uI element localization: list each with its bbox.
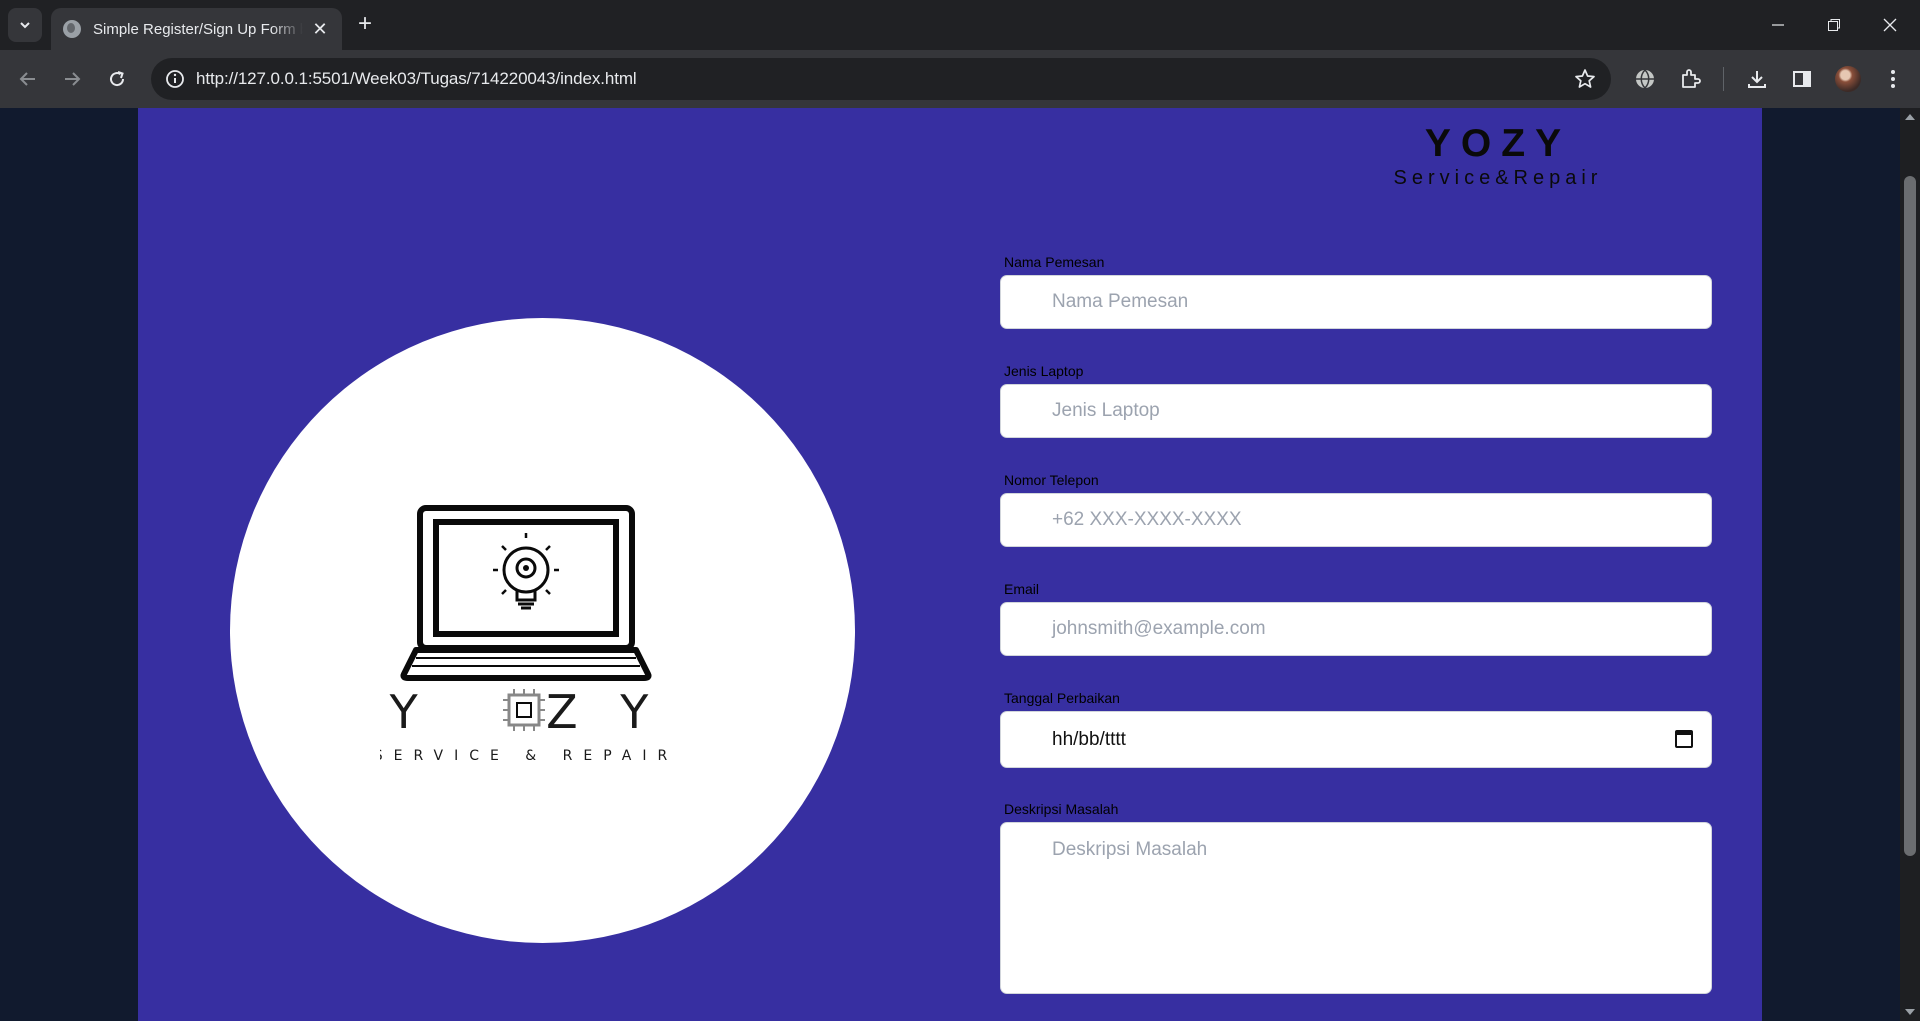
field-label: Jenis Laptop	[1004, 363, 1084, 379]
calendar-icon[interactable]	[1675, 730, 1693, 748]
close-icon	[1883, 18, 1897, 32]
menu-kebab-icon[interactable]	[1880, 66, 1906, 92]
field-nomor-telepon: Nomor Telepon +62 XXX-XXXX-XXXX	[1000, 472, 1712, 547]
browser-tab[interactable]: Simple Register/Sign Up Form by ✕	[51, 8, 342, 50]
date-value: hh/bb/tttt	[1052, 728, 1126, 750]
brand-tagline: Service&Repair	[1393, 167, 1603, 189]
jenis-laptop-input[interactable]: Jenis Laptop	[1000, 384, 1712, 438]
url-text[interactable]: http://127.0.0.1:5501/Week03/Tugas/71422…	[196, 69, 637, 89]
close-window-button[interactable]	[1862, 0, 1918, 50]
minimize-icon	[1772, 24, 1784, 26]
tanggal-perbaikan-input[interactable]: hh/bb/tttt	[1000, 711, 1712, 768]
field-label: Nama Pemesan	[1004, 254, 1105, 270]
nomor-telepon-input[interactable]: +62 XXX-XXXX-XXXX	[1000, 493, 1712, 547]
logo-wordmark: Y Z Y	[389, 685, 663, 739]
input-placeholder: +62 XXX-XXXX-XXXX	[1052, 509, 1242, 530]
deskripsi-masalah-textarea[interactable]: Deskripsi Masalah	[1000, 822, 1712, 994]
new-tab-button[interactable]: +	[352, 12, 378, 38]
field-email: Email johnsmith@example.com	[1000, 581, 1712, 656]
form-card: Y Z Y SERVICE & REPAIR YOZY Service&Repa…	[138, 108, 1762, 1021]
reload-button[interactable]	[100, 62, 134, 96]
arrow-left-icon	[19, 72, 35, 86]
tab-title: Simple Register/Sign Up Form by	[93, 20, 303, 38]
field-tanggal-perbaikan: Tanggal Perbaikan hh/bb/tttt	[1000, 690, 1712, 768]
field-label: Nomor Telepon	[1004, 472, 1099, 488]
profile-avatar[interactable]	[1835, 66, 1861, 92]
input-placeholder: Nama Pemesan	[1052, 291, 1189, 312]
reload-icon	[110, 71, 125, 87]
field-label: Deskripsi Masalah	[1004, 801, 1119, 817]
globe-icon	[63, 20, 81, 38]
logo-tagline: SERVICE & REPAIR	[380, 748, 678, 764]
scrollbar-thumb[interactable]	[1904, 176, 1916, 856]
side-panel-icon[interactable]	[1789, 66, 1815, 92]
info-icon[interactable]	[163, 67, 187, 91]
page-scrollbar[interactable]	[1900, 108, 1920, 1021]
scroll-down-icon[interactable]	[1905, 1009, 1915, 1015]
field-jenis-laptop: Jenis Laptop Jenis Laptop	[1000, 363, 1712, 438]
close-tab-icon[interactable]: ✕	[310, 19, 330, 40]
arrow-right-icon	[65, 72, 81, 86]
restore-icon	[1828, 19, 1840, 31]
bookmark-star-icon[interactable]	[1573, 67, 1597, 91]
tab-strip: Simple Register/Sign Up Form by ✕ +	[0, 0, 1920, 50]
page-viewport: Y Z Y SERVICE & REPAIR YOZY Service&Repa…	[0, 108, 1900, 1021]
back-button[interactable]	[11, 62, 45, 96]
field-label: Tanggal Perbaikan	[1004, 690, 1120, 706]
field-deskripsi-masalah: Deskripsi Masalah Deskripsi Masalah	[1000, 801, 1712, 994]
minimize-button[interactable]	[1750, 0, 1806, 50]
toolbar-separator	[1723, 67, 1724, 91]
field-label: Email	[1004, 581, 1040, 597]
tab-search-button[interactable]	[8, 8, 42, 42]
brand-name: YOZY	[1424, 122, 1572, 165]
download-icon[interactable]	[1744, 66, 1770, 92]
brand-header: YOZY Service&Repair	[1258, 122, 1738, 190]
laptop-logo-icon: Y Z Y SERVICE & REPAIR	[380, 505, 678, 764]
textarea-placeholder: Deskripsi Masalah	[1052, 839, 1208, 860]
address-bar[interactable]: http://127.0.0.1:5501/Week03/Tugas/71422…	[151, 58, 1611, 100]
chevron-down-icon	[20, 22, 30, 29]
logo-circle: Y Z Y SERVICE & REPAIR	[230, 318, 855, 943]
translate-icon[interactable]	[1632, 66, 1658, 92]
field-nama-pemesan: Nama Pemesan Nama Pemesan	[1000, 254, 1712, 329]
nama-pemesan-input[interactable]: Nama Pemesan	[1000, 275, 1712, 329]
input-placeholder: Jenis Laptop	[1052, 400, 1160, 421]
scroll-up-icon[interactable]	[1905, 114, 1915, 120]
restore-button[interactable]	[1806, 0, 1862, 50]
forward-button[interactable]	[55, 62, 89, 96]
input-placeholder: johnsmith@example.com	[1052, 618, 1266, 639]
email-input[interactable]: johnsmith@example.com	[1000, 602, 1712, 656]
extensions-icon[interactable]	[1677, 66, 1703, 92]
